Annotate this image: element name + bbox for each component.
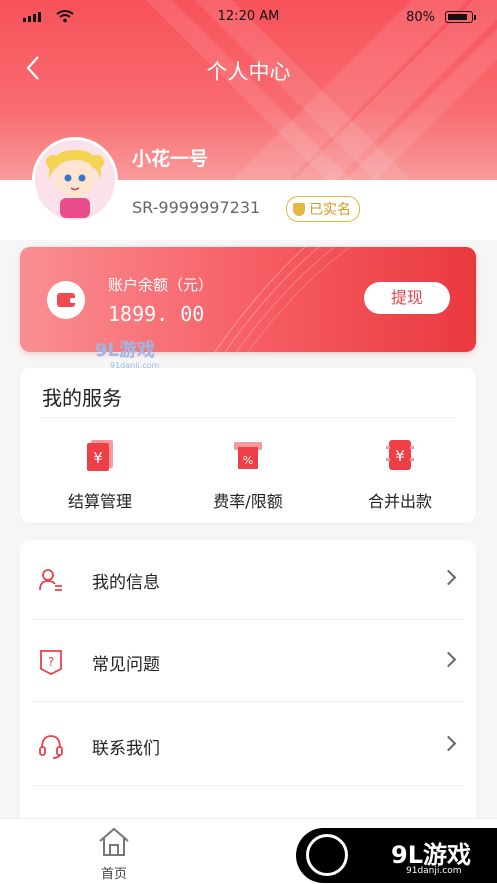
- svg-text:¥: ¥: [93, 449, 103, 467]
- menu-item-contact[interactable]: 联系我们: [20, 706, 476, 786]
- tab-home-label: 首页: [100, 867, 127, 882]
- svg-text:%: %: [243, 454, 253, 467]
- divider: [32, 619, 464, 620]
- balance-amount: 1899. 00: [108, 302, 205, 326]
- chevron-right-icon: [440, 651, 457, 668]
- divider: [32, 785, 464, 786]
- page-title: 个人中心: [206, 60, 291, 84]
- corner-watermark-text: 9L游戏: [391, 841, 471, 869]
- tab-home[interactable]: 首页: [90, 827, 138, 882]
- faq-icon: ?: [40, 650, 62, 675]
- services-title: 我的服务: [42, 386, 122, 410]
- verified-shield-icon: [293, 202, 305, 216]
- menu-item-faq[interactable]: ? 常见问题: [20, 622, 476, 702]
- balance-card: 账户余额（元） 1899. 00 提现: [20, 247, 476, 352]
- rate-limit-icon: %: [231, 438, 265, 472]
- divider: [40, 417, 456, 418]
- avatar[interactable]: [32, 137, 118, 223]
- services-panel: 我的服务 ¥ 结算管理 % 费率/限额 ¥ 合并出款: [20, 368, 476, 523]
- service-merge-payout[interactable]: ¥ 合并出款: [330, 438, 470, 512]
- menu-item-label: 我的信息: [92, 573, 160, 593]
- merge-payout-icon: ¥: [383, 438, 417, 472]
- service-settlement[interactable]: ¥ 结算管理: [30, 438, 170, 512]
- menu-item-label: 常见问题: [92, 655, 160, 675]
- divider: [32, 701, 464, 702]
- settlement-icon: ¥: [83, 438, 117, 472]
- service-label: 合并出款: [367, 492, 432, 511]
- user-info-icon: [39, 569, 62, 591]
- wallet-icon: [47, 281, 85, 319]
- user-id: SR-9999997231: [132, 198, 261, 217]
- menu-item-my-info[interactable]: 我的信息: [20, 540, 476, 620]
- corner-watermark-url: 91danji.com: [406, 866, 462, 876]
- battery-percent: 80%: [406, 10, 435, 25]
- decorative-lines: [214, 247, 350, 352]
- corner-watermark: 9L游戏 91danji.com: [296, 828, 497, 883]
- service-label: 结算管理: [67, 492, 132, 511]
- battery-icon: [445, 11, 476, 23]
- status-bar: 12:20 AM 80%: [0, 0, 497, 34]
- headset-icon: [39, 735, 63, 759]
- verified-badge: 已实名: [286, 196, 360, 222]
- verified-label: 已实名: [309, 202, 351, 218]
- balance-label: 账户余额（元）: [108, 276, 214, 294]
- service-rate-limit[interactable]: % 费率/限额: [178, 438, 318, 512]
- menu-item-label: 联系我们: [92, 739, 160, 759]
- service-label: 费率/限额: [213, 492, 283, 511]
- watermark-logo: 9L游戏: [95, 340, 155, 361]
- svg-text:?: ?: [48, 655, 54, 669]
- watermark-ring-icon: [306, 834, 348, 876]
- chevron-right-icon: [440, 735, 457, 752]
- menu-list: 我的信息 ? 常见问题 联系我们: [20, 540, 476, 840]
- chevron-right-icon: [440, 569, 457, 586]
- svg-text:¥: ¥: [395, 447, 405, 465]
- withdraw-button[interactable]: 提现: [364, 282, 450, 314]
- username: 小花一号: [132, 148, 209, 170]
- home-icon: [99, 827, 129, 856]
